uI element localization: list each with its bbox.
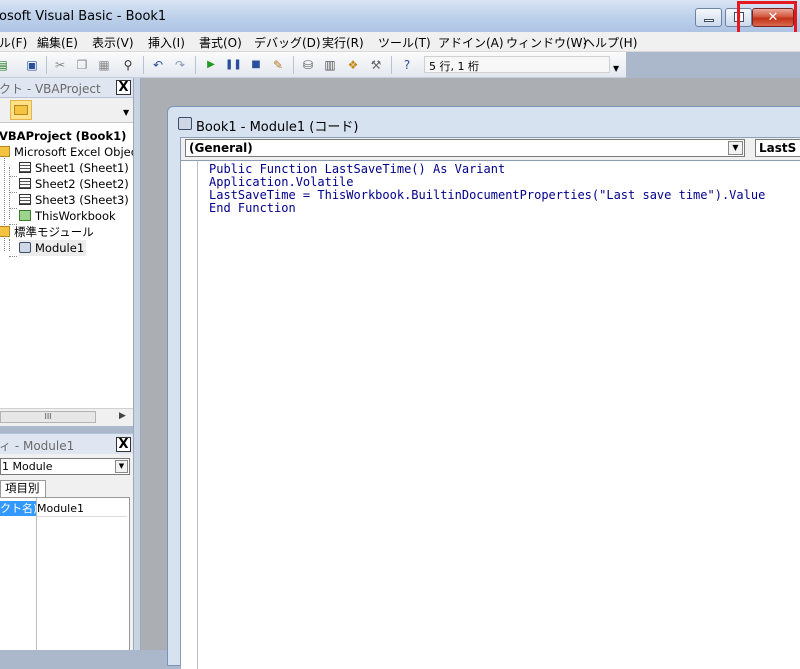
scroll-right-icon[interactable]: ▶: [119, 411, 126, 421]
tree-connector: [9, 192, 17, 193]
tree-connector: [9, 256, 17, 257]
menu-insert[interactable]: 挿入(I): [148, 34, 185, 51]
tree-connector: [9, 167, 10, 219]
folder-icon: [14, 105, 28, 115]
minimize-icon: [704, 19, 714, 22]
project-horizontal-scrollbar[interactable]: III ▶: [0, 408, 133, 426]
undo-icon[interactable]: ↶: [150, 57, 166, 73]
title-bar: osoft Visual Basic - Book1 ✕: [0, 0, 800, 33]
module-icon: [19, 242, 31, 253]
standard-toolbar: ▤ ▣ ✂ ❐ ▦ ⚲ ↶ ↷ ▶ ❚❚ ■ ✎ ⛁ ▥ ❖ ⚒ ? 5 行, …: [0, 52, 626, 78]
properties-icon[interactable]: ▥: [322, 57, 338, 73]
tree-connector: [9, 239, 10, 251]
tree-connector: [9, 176, 17, 177]
view-excel-icon[interactable]: ▤: [0, 57, 10, 73]
project-pane-title: クト - VBAProject: [0, 82, 101, 96]
break-icon[interactable]: ❚❚: [225, 57, 242, 73]
toolbar-separator: [195, 56, 196, 74]
save-icon[interactable]: ▣: [24, 57, 40, 73]
tree-item-sheet3[interactable]: Sheet3 (Sheet3): [19, 192, 129, 208]
folder-icon: [0, 226, 10, 237]
copy-icon[interactable]: ❐: [74, 57, 90, 73]
toolbox-icon[interactable]: ⚒: [368, 57, 384, 73]
menu-bar: ル(F) 編集(E) 表示(V) 挿入(I) 書式(O) デバッグ(D) 実行(…: [0, 32, 800, 52]
chevron-down-icon: ▼: [123, 108, 130, 117]
toggle-folders-button[interactable]: [10, 100, 32, 120]
paste-icon[interactable]: ▦: [96, 57, 112, 73]
pane-splitter[interactable]: [133, 78, 141, 650]
find-icon[interactable]: ⚲: [120, 57, 136, 73]
project-pane-close-button[interactable]: X: [116, 80, 131, 95]
tree-item-standard-modules[interactable]: 標準モジュール: [0, 224, 94, 240]
scrollbar-thumb[interactable]: III: [0, 411, 96, 423]
tree-item-sheet2[interactable]: Sheet2 (Sheet2): [19, 176, 129, 192]
tree-item-project[interactable]: VBAProject (Book1): [0, 128, 126, 144]
tab-categorized[interactable]: 項目別: [0, 480, 46, 497]
property-value-cell[interactable]: Module1: [37, 501, 127, 517]
project-explorer-icon[interactable]: ⛁: [300, 57, 316, 73]
grid-divider: [36, 498, 37, 651]
properties-pane-header: ィ - Module1 X: [0, 433, 133, 455]
code-text[interactable]: Public Function LastSaveTime() As Varian…: [209, 163, 765, 215]
folder-icon: [0, 146, 10, 157]
tree-item-thisworkbook[interactable]: ThisWorkbook: [19, 208, 116, 224]
design-mode-icon[interactable]: ✎: [270, 57, 286, 73]
menu-tools[interactable]: ツール(T): [378, 34, 431, 51]
tree-connector: [9, 208, 17, 209]
chevron-down-icon[interactable]: ▼: [728, 141, 743, 155]
menu-format[interactable]: 書式(O): [199, 34, 242, 51]
object-browser-icon[interactable]: ❖: [345, 57, 361, 73]
menu-edit[interactable]: 編集(E): [37, 34, 78, 51]
menu-run[interactable]: 実行(R): [322, 34, 364, 51]
properties-object-select[interactable]: 1 Module ▼: [0, 458, 130, 475]
toolbar-separator: [293, 56, 294, 74]
menu-help[interactable]: ヘルプ(H): [583, 34, 637, 51]
properties-pane-close-button[interactable]: X: [116, 437, 131, 452]
menu-addins[interactable]: アドイン(A): [438, 34, 504, 51]
property-name-cell[interactable]: クト名): [0, 501, 36, 516]
workbook-icon: [19, 210, 31, 221]
object-select[interactable]: (General) ▼: [185, 139, 745, 157]
chevron-down-icon[interactable]: ▼: [115, 460, 128, 473]
menu-view[interactable]: 表示(V): [92, 34, 134, 51]
code-window: Book1 - Module1 (コード) (General) ▼ LastS …: [167, 106, 800, 669]
code-window-body: (General) ▼ LastS Public Function LastSa…: [180, 137, 800, 669]
code-window-title: Book1 - Module1 (コード): [196, 120, 359, 135]
tree-item-module1[interactable]: Module1: [19, 240, 87, 256]
tree-item-sheet1[interactable]: Sheet1 (Sheet1): [19, 160, 129, 176]
sheet-icon: [19, 162, 31, 173]
redo-icon[interactable]: ↷: [172, 57, 188, 73]
reset-icon[interactable]: ■: [248, 57, 264, 73]
procedure-select[interactable]: LastS: [755, 139, 800, 157]
menu-debug[interactable]: デバッグ(D): [254, 34, 321, 51]
menu-file[interactable]: ル(F): [0, 34, 27, 51]
sheet-icon: [19, 194, 31, 205]
toolbar-separator: [143, 56, 144, 74]
project-pane-header: クト - VBAProject X: [0, 78, 133, 98]
toolbar-overflow-icon[interactable]: ▼: [613, 64, 619, 73]
properties-grid: クト名) Module1: [0, 497, 130, 651]
window-title: osoft Visual Basic - Book1: [0, 9, 167, 24]
help-icon[interactable]: ?: [399, 57, 415, 73]
toolbar-separator: [391, 56, 392, 74]
tree-item-excel-objects[interactable]: Microsoft Excel Object: [0, 144, 133, 160]
sheet-icon: [19, 178, 31, 189]
code-line: End Function: [209, 201, 296, 215]
project-tree: VBAProject (Book1) Microsoft Excel Objec…: [0, 123, 133, 408]
cut-icon[interactable]: ✂: [52, 57, 68, 73]
code-editor[interactable]: Public Function LastSaveTime() As Varian…: [181, 160, 800, 669]
toolbar-separator: [46, 56, 47, 74]
module-icon: [178, 117, 192, 130]
code-margin-indicator-bar[interactable]: [181, 161, 198, 669]
properties-pane: 1 Module ▼ 項目別 クト名) Module1: [0, 454, 133, 651]
project-pane-toolbar: ▼: [0, 98, 133, 123]
menu-window[interactable]: ウィンドウ(W): [506, 34, 587, 51]
properties-pane-title: ィ - Module1: [0, 439, 75, 453]
cursor-position: 5 行, 1 桁: [424, 56, 610, 73]
run-icon[interactable]: ▶: [203, 57, 219, 73]
minimize-button[interactable]: [695, 8, 722, 27]
